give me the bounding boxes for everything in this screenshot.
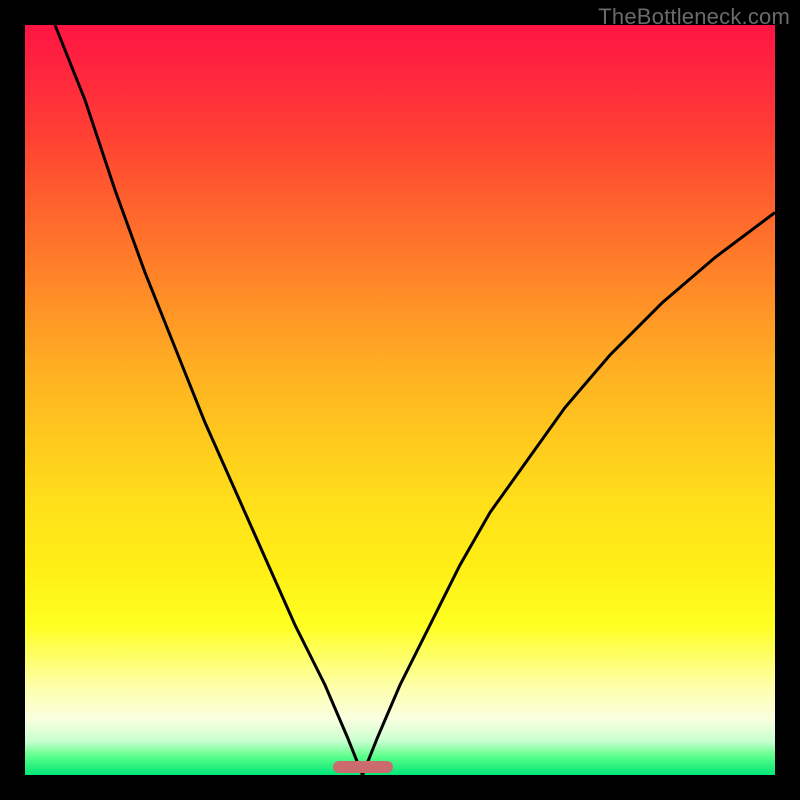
watermark-text: TheBottleneck.com <box>598 4 790 30</box>
right-curve-path <box>363 213 776 776</box>
left-curve-path <box>55 25 363 775</box>
bottleneck-curves <box>25 25 775 775</box>
chart-frame <box>25 25 775 775</box>
optimum-marker <box>333 761 393 773</box>
